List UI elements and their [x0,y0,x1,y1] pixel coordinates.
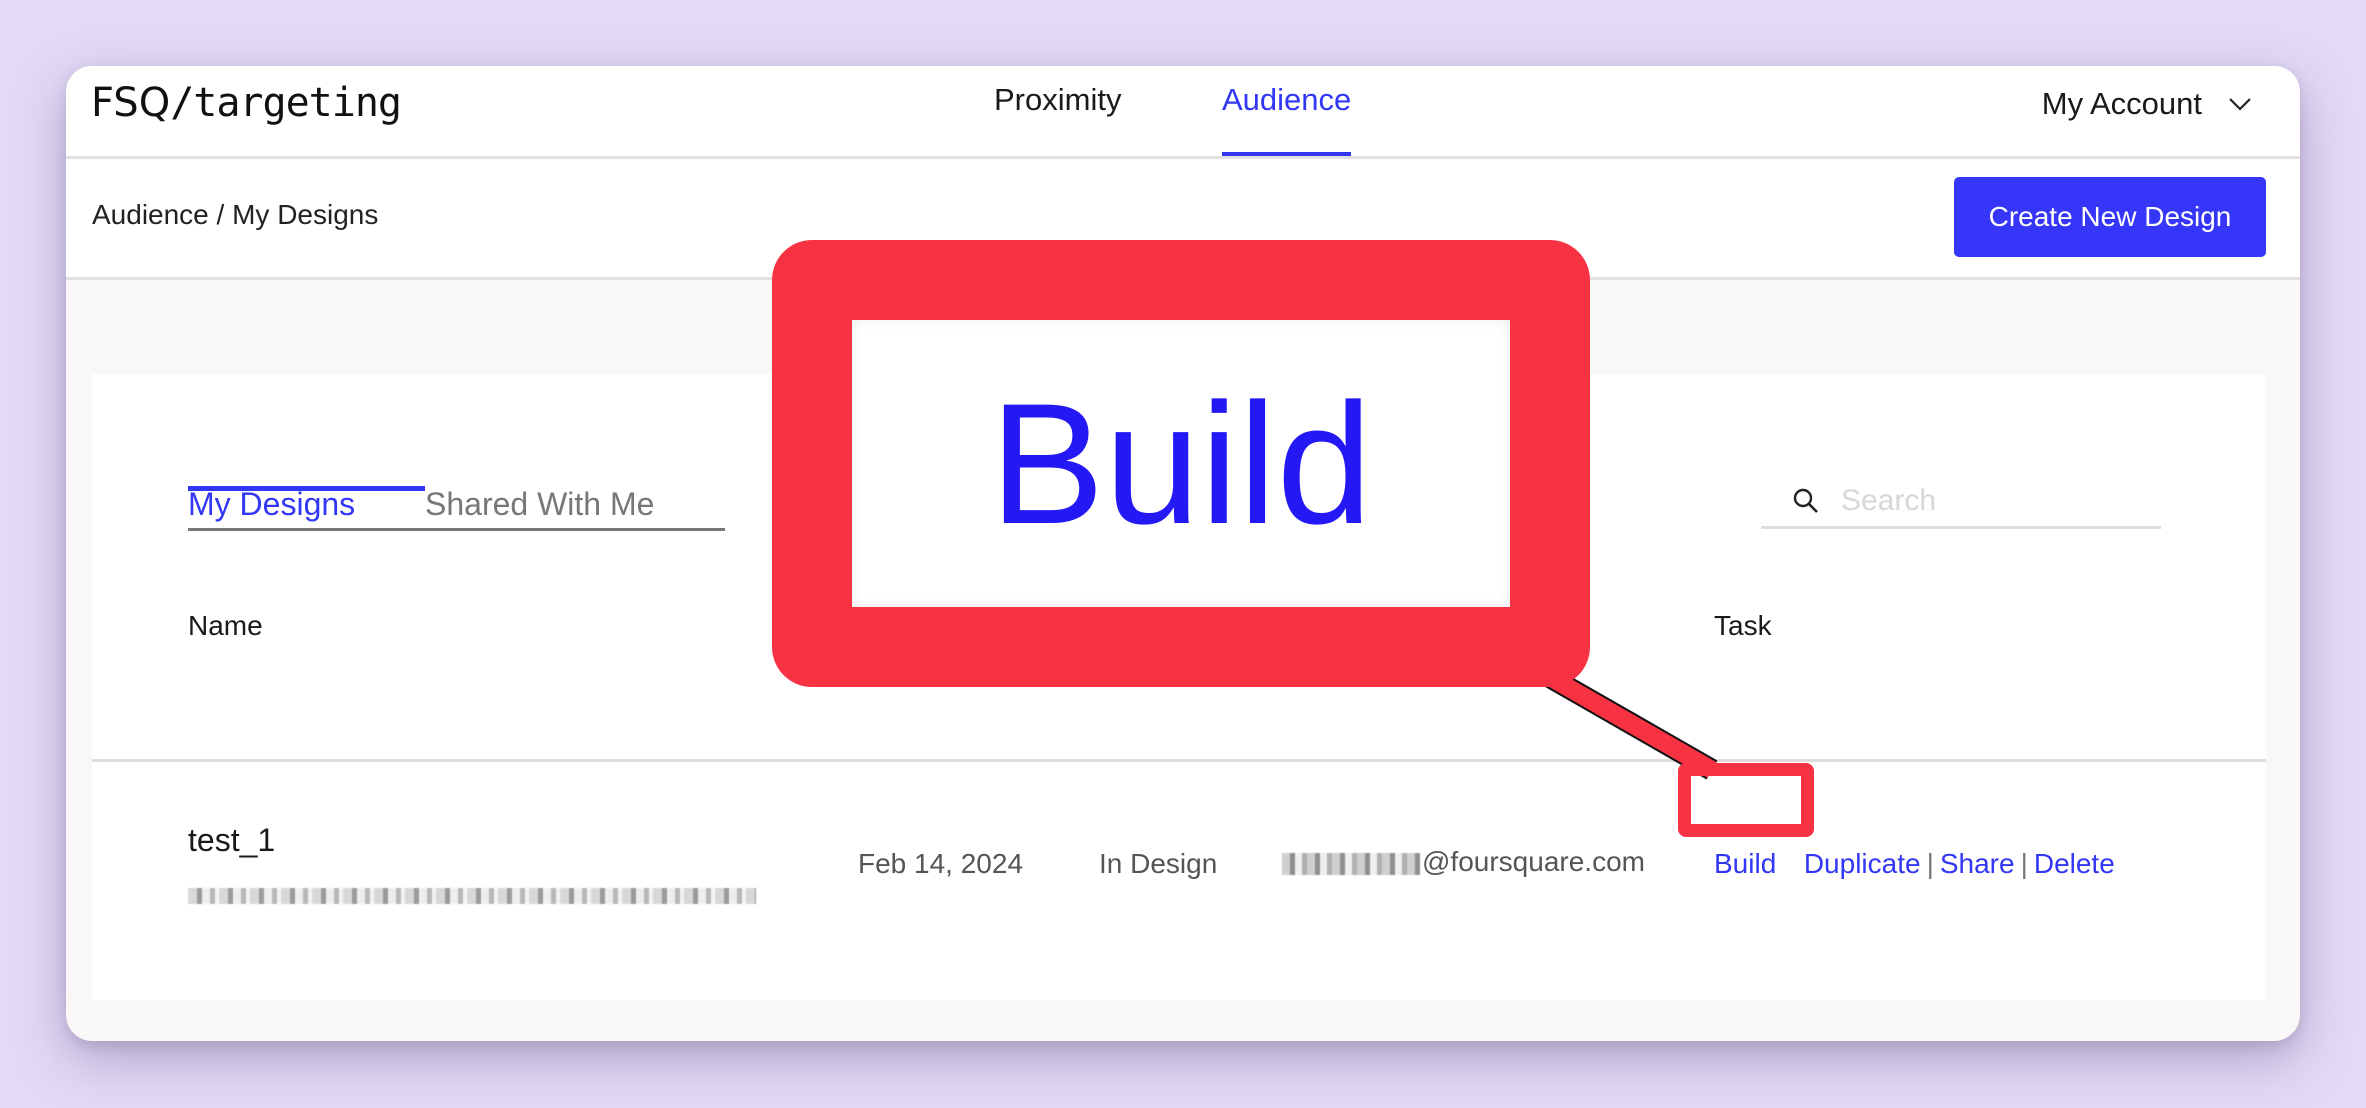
search-input[interactable] [1839,480,2143,522]
column-header-task: Task [1714,610,1772,641]
nav-tab-proximity[interactable]: Proximity [994,82,1121,156]
design-owner: @foursquare.com [1282,846,1645,878]
active-tab-indicator [188,486,425,491]
callout-build-text: Build [989,367,1373,560]
column-header-name: Name [188,610,263,641]
search-field[interactable] [1761,470,2161,529]
table-divider [92,759,2266,762]
search-icon [1793,488,1818,513]
my-account-menu[interactable]: My Account [2042,86,2252,122]
task-actions: Build Duplicate | Share | Delete [1714,848,2115,880]
design-status: In Design [1099,848,1218,879]
create-new-design-button[interactable]: Create New Design [1954,177,2266,257]
design-date: Feb 14, 2024 [858,848,1024,879]
delete-link[interactable]: Delete [2034,848,2115,879]
build-callout-zoom: Build [772,240,1590,687]
separator: | [2020,848,2028,879]
app-logo[interactable]: FSQ/targeting [91,80,402,126]
design-id-redacted [188,888,756,904]
duplicate-link[interactable]: Duplicate [1804,848,1921,879]
logo-product: /targeting [170,80,402,126]
chevron-down-icon [2229,98,2251,111]
breadcrumb: Audience / My Designs [92,199,379,230]
designs-tabs: My Designs Shared With Me [188,484,725,531]
share-link[interactable]: Share [1940,848,2015,879]
separator: | [1926,848,1934,879]
owner-name-redacted [1282,852,1420,875]
tab-my-designs[interactable]: My Designs [188,486,355,523]
owner-email-domain: @foursquare.com [1422,846,1645,877]
top-navigation-bar: FSQ/targeting Proximity Audience My Acco… [66,66,2300,159]
build-highlight-box [1678,763,1814,837]
build-link[interactable]: Build [1714,848,1776,879]
nav-tab-audience[interactable]: Audience [1222,82,1352,156]
logo-brand: FSQ [91,80,171,126]
design-name[interactable]: test_1 [188,822,275,859]
tab-shared-with-me[interactable]: Shared With Me [425,486,654,523]
my-account-label: My Account [2041,86,2202,121]
